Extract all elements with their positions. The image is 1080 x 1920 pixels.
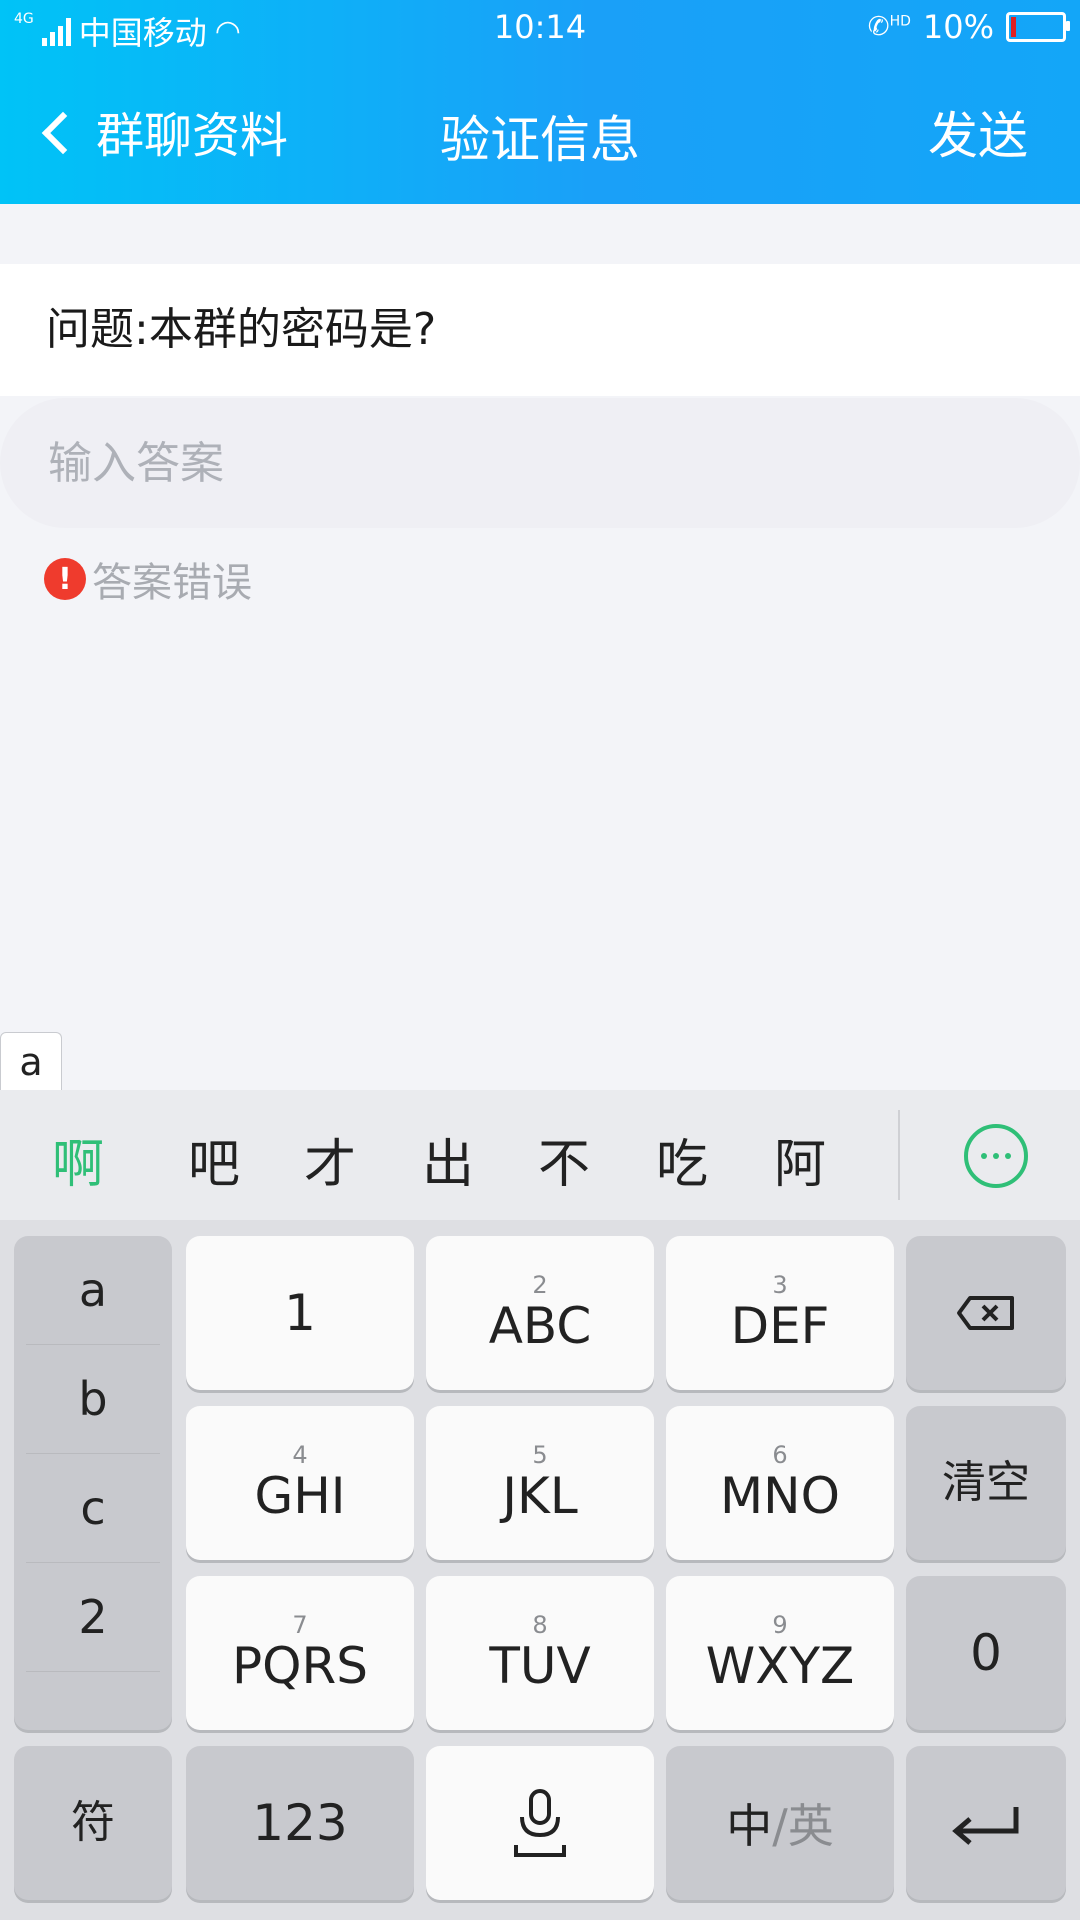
pinyin-option[interactable]: c xyxy=(26,1454,160,1563)
key-4[interactable]: 4 GHI xyxy=(186,1406,414,1560)
candidate-item[interactable]: 不 xyxy=(538,1122,590,1197)
key-0[interactable]: 0 xyxy=(906,1576,1066,1730)
key-7[interactable]: 7 PQRS xyxy=(186,1576,414,1730)
nav-header: 4G 中国移动 ◠ 10:14 ✆HD 10% 群聊资料 验证信息 发送 xyxy=(0,0,1080,204)
pinyin-option[interactable]: a xyxy=(26,1236,160,1345)
key-8[interactable]: 8 TUV xyxy=(426,1576,654,1730)
candidate-item[interactable]: 阿 xyxy=(774,1122,826,1197)
candidate-item[interactable]: 吧 xyxy=(188,1122,240,1197)
key-6[interactable]: 6 MNO xyxy=(666,1406,894,1560)
error-icon: ! xyxy=(44,558,86,600)
pinyin-option[interactable]: b xyxy=(26,1345,160,1454)
candidate-bar: 啊 吧 才 出 不 吃 阿 xyxy=(0,1090,1080,1220)
microphone-icon xyxy=(514,1789,566,1857)
battery-icon xyxy=(1006,12,1070,42)
enter-key[interactable] xyxy=(906,1746,1066,1900)
candidate-item[interactable]: 啊 xyxy=(52,1122,104,1197)
battery-percent: 10% xyxy=(922,8,994,46)
key-5[interactable]: 5 JKL xyxy=(426,1406,654,1560)
battery-level xyxy=(1011,17,1016,37)
keyboard: 啊 吧 才 出 不 吃 阿 a b c 2 1 2 ABC 3 DEF 4 GH… xyxy=(0,1090,1080,1920)
status-bar: 4G 中国移动 ◠ 10:14 ✆HD 10% xyxy=(0,0,1080,56)
voice-space-key[interactable] xyxy=(426,1746,654,1900)
key-1[interactable]: 1 xyxy=(186,1236,414,1390)
symbol-key[interactable]: 符 xyxy=(14,1746,172,1900)
question-text: 问题:本群的密码是? xyxy=(0,264,1080,396)
key-2[interactable]: 2 ABC xyxy=(426,1236,654,1390)
candidate-divider xyxy=(898,1110,900,1200)
backspace-icon xyxy=(957,1296,1014,1330)
candidate-item[interactable]: 吃 xyxy=(656,1122,708,1197)
candidate-item[interactable]: 出 xyxy=(422,1122,474,1197)
error-message: ! 答案错误 xyxy=(44,550,252,608)
language-switch-key[interactable]: 中/英 xyxy=(666,1746,894,1900)
answer-input[interactable] xyxy=(46,436,950,490)
pinyin-list[interactable]: a b c 2 xyxy=(14,1236,172,1730)
key-3[interactable]: 3 DEF xyxy=(666,1236,894,1390)
send-button[interactable]: 发送 xyxy=(928,96,1028,168)
candidate-item[interactable]: 才 xyxy=(304,1122,356,1197)
numeric-key[interactable]: 123 xyxy=(186,1746,414,1900)
answer-field-wrapper xyxy=(0,398,1080,528)
pinyin-option[interactable]: 2 xyxy=(26,1563,160,1672)
key-area: a b c 2 1 2 ABC 3 DEF 4 GHI 5 JKL 6MNO 清… xyxy=(0,1220,1080,1920)
key-9[interactable]: 9 WXYZ xyxy=(666,1576,894,1730)
enter-icon xyxy=(952,1807,1019,1845)
hd-call-icon: ✆HD xyxy=(867,12,911,42)
key-preview: a xyxy=(0,1032,62,1091)
page-title: 验证信息 xyxy=(440,111,640,169)
clear-key[interactable]: 清空 xyxy=(906,1406,1066,1560)
more-options-icon[interactable] xyxy=(964,1124,1028,1188)
delete-key[interactable] xyxy=(906,1236,1066,1390)
error-text: 答案错误 xyxy=(92,560,252,606)
